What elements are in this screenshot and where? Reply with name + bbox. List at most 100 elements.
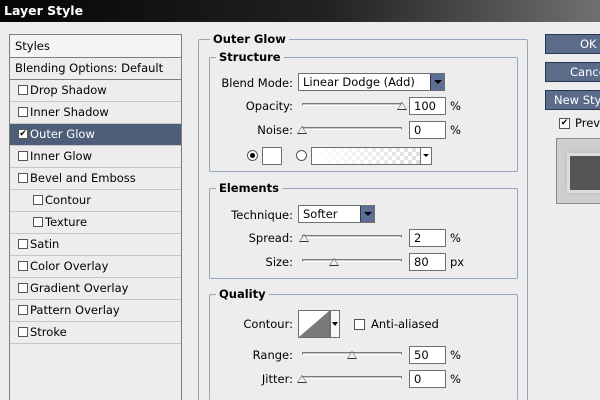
structure-title: Structure (216, 50, 284, 64)
anti-aliased-label: Anti-aliased (371, 317, 439, 331)
style-item-satin[interactable]: Satin (10, 234, 181, 256)
technique-select[interactable]: Softer (298, 205, 375, 223)
style-item-label: Inner Shadow (30, 105, 109, 119)
size-input[interactable]: 80 (409, 253, 446, 271)
style-item-label: Satin (30, 237, 60, 251)
blend-mode-select[interactable]: Linear Dodge (Add) (298, 73, 445, 91)
slider-track (302, 259, 402, 262)
blend-mode-value: Linear Dodge (Add) (303, 75, 415, 89)
linear-contour-icon (299, 311, 329, 337)
style-checkbox[interactable] (18, 283, 28, 293)
slider-thumb[interactable] (329, 258, 339, 266)
preview-thumbnail (567, 153, 600, 193)
opacity-slider[interactable] (302, 99, 407, 111)
style-checkbox[interactable] (18, 173, 28, 183)
style-item-gradient-overlay[interactable]: Gradient Overlay (10, 278, 181, 300)
style-item-texture[interactable]: Texture (10, 212, 181, 234)
slider-track (302, 235, 402, 238)
style-item-label: Texture (45, 215, 88, 229)
spread-label: Spread: (248, 231, 293, 245)
new-style-button[interactable]: New Style... (545, 90, 600, 110)
ok-button[interactable]: OK (545, 34, 600, 54)
outer-glow-title: Outer Glow (210, 32, 289, 46)
opacity-input[interactable]: 100 (409, 97, 446, 115)
style-checkbox[interactable] (18, 239, 28, 249)
range-input[interactable]: 50 (409, 346, 446, 364)
size-unit: px (450, 255, 465, 269)
style-checkbox[interactable] (33, 217, 43, 227)
technique-value: Softer (303, 207, 338, 221)
cancel-button[interactable]: Cancel (545, 62, 600, 82)
chevron-down-icon[interactable] (430, 74, 444, 90)
spread-input[interactable]: 2 (409, 229, 446, 247)
style-checkbox[interactable] (18, 327, 28, 337)
contour-dropdown[interactable] (330, 310, 340, 338)
chevron-down-icon[interactable] (360, 206, 374, 222)
style-item-drop-shadow[interactable]: Drop Shadow (10, 80, 181, 102)
glow-color-swatch[interactable] (262, 147, 282, 165)
solid-color-radio[interactable] (247, 150, 258, 161)
opacity-label: Opacity: (245, 99, 293, 113)
styles-list: Styles Blending Options: Default Drop Sh… (9, 34, 182, 400)
window-title-bar: Layer Style (0, 0, 600, 22)
slider-thumb[interactable] (347, 351, 357, 359)
style-item-stroke[interactable]: Stroke (10, 322, 181, 344)
style-item-label: Bevel and Emboss (30, 171, 136, 185)
style-item-outer-glow[interactable]: ✔ Outer Glow (10, 124, 181, 146)
blend-mode-label: Blend Mode: (221, 76, 293, 90)
gradient-picker[interactable] (311, 147, 432, 165)
style-checkbox[interactable] (18, 107, 28, 117)
slider-thumb[interactable] (299, 234, 309, 242)
style-item-inner-glow[interactable]: Inner Glow (10, 146, 181, 168)
styles-header[interactable]: Styles (10, 35, 181, 58)
range-unit: % (450, 348, 461, 362)
style-checkbox[interactable] (18, 151, 28, 161)
range-slider[interactable] (302, 348, 402, 360)
style-item-label: Inner Glow (30, 149, 92, 163)
style-checkbox[interactable] (18, 305, 28, 315)
style-item-color-overlay[interactable]: Color Overlay (10, 256, 181, 278)
gradient-radio[interactable] (296, 150, 307, 161)
contour-preview[interactable] (298, 310, 330, 338)
slider-track (302, 376, 402, 379)
blending-options-item[interactable]: Blending Options: Default (10, 58, 181, 80)
jitter-unit: % (450, 372, 461, 386)
style-item-label: Pattern Overlay (30, 303, 120, 317)
style-item-bevel-and-emboss[interactable]: Bevel and Emboss (10, 168, 181, 190)
style-item-label: Contour (45, 193, 91, 207)
style-item-pattern-overlay[interactable]: Pattern Overlay (10, 300, 181, 322)
style-item-label: Stroke (30, 325, 67, 339)
spread-slider[interactable] (299, 231, 402, 243)
style-checkbox[interactable] (18, 85, 28, 95)
size-slider[interactable] (302, 255, 402, 267)
style-item-contour[interactable]: Contour (10, 190, 181, 212)
style-checkbox[interactable] (33, 195, 43, 205)
jitter-input[interactable]: 0 (409, 370, 446, 388)
preview-checkbox[interactable]: ✔ (559, 118, 570, 129)
jitter-label: Jitter: (261, 372, 293, 386)
noise-unit: % (450, 123, 461, 137)
opacity-unit: % (450, 99, 461, 113)
size-label: Size: (265, 255, 293, 269)
noise-label: Noise: (257, 123, 293, 137)
quality-title: Quality (216, 287, 269, 301)
slider-thumb[interactable] (297, 126, 307, 134)
style-item-label: Drop Shadow (30, 83, 107, 97)
chevron-down-icon[interactable] (420, 148, 431, 164)
style-item-inner-shadow[interactable]: Inner Shadow (10, 102, 181, 124)
noise-slider[interactable] (297, 123, 402, 135)
style-checkbox[interactable] (18, 261, 28, 271)
jitter-slider[interactable] (297, 372, 402, 384)
preview-label: Preview (575, 116, 600, 130)
range-label: Range: (252, 348, 293, 362)
style-item-label: Gradient Overlay (30, 281, 129, 295)
style-item-label: Color Overlay (30, 259, 109, 273)
style-checkbox[interactable]: ✔ (18, 129, 28, 139)
noise-input[interactable]: 0 (409, 121, 446, 139)
spread-unit: % (450, 231, 461, 245)
style-item-label: Outer Glow (30, 127, 95, 141)
anti-aliased-checkbox[interactable] (354, 319, 365, 330)
slider-track (302, 103, 402, 106)
slider-thumb[interactable] (297, 375, 307, 383)
slider-thumb[interactable] (397, 102, 407, 110)
